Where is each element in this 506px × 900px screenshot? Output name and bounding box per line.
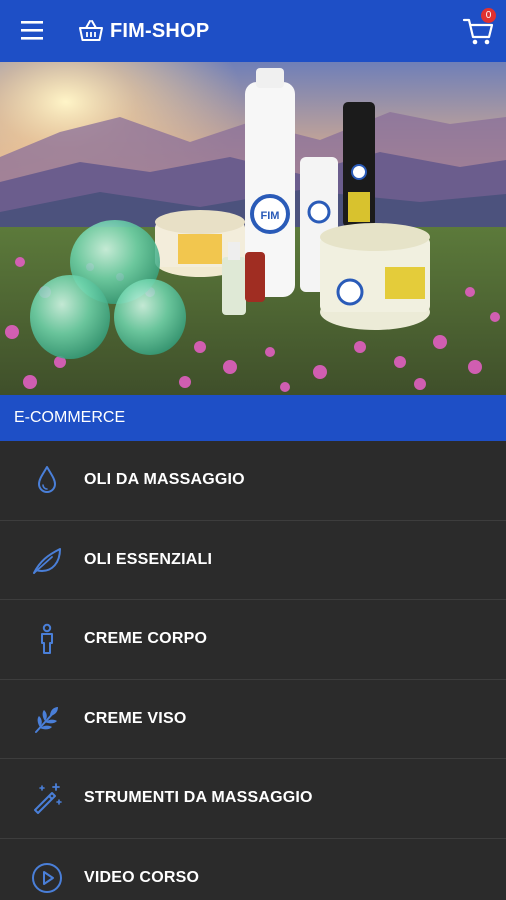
leaf-icon: [28, 541, 66, 579]
section-title: E-COMMERCE: [14, 409, 126, 426]
menu-item-label: OLI DA MASSAGGIO: [84, 471, 245, 489]
hamburger-menu-icon[interactable]: [18, 18, 48, 44]
menu-item-oli-essenziali[interactable]: OLI ESSENZIALI: [0, 520, 506, 600]
app-title: FIM-SHOP: [110, 19, 210, 42]
section-header: E-COMMERCE: [0, 395, 506, 441]
cart-count-badge: 0: [481, 8, 496, 23]
app-bar: FIM-SHOP 0: [0, 0, 506, 62]
menu-item-label: CREME VISO: [84, 709, 187, 727]
plant-sprig-icon: [28, 700, 66, 738]
menu-item-creme-corpo[interactable]: CREME CORPO: [0, 600, 506, 680]
person-icon: [28, 620, 66, 658]
menu-item-video-corso[interactable]: VIDEO CORSO: [0, 838, 506, 900]
menu-item-label: STRUMENTI DA MASSAGGIO: [84, 789, 313, 807]
menu-item-label: CREME CORPO: [84, 630, 208, 648]
menu-item-strumenti-da-massaggio[interactable]: STRUMENTI DA MASSAGGIO: [0, 759, 506, 839]
menu-item-label: OLI ESSENZIALI: [84, 550, 213, 568]
play-circle-icon: [28, 859, 66, 897]
basket-icon: [79, 20, 103, 41]
svg-text:FIM: FIM: [261, 210, 280, 222]
water-drop-icon: [28, 461, 66, 499]
app-brand: FIM-SHOP: [78, 0, 209, 62]
magic-wand-icon: [28, 779, 66, 817]
menu-item-label: VIDEO CORSO: [84, 869, 200, 887]
menu-item-oli-da-massaggio[interactable]: OLI DA MASSAGGIO: [0, 441, 506, 521]
hero-banner-image: FIM: [0, 62, 506, 395]
menu-item-creme-viso[interactable]: CREME VISO: [0, 679, 506, 759]
category-list: OLI DA MASSAGGIO OLI ESSENZIALI CREME CO…: [0, 441, 506, 900]
cart-button[interactable]: 0: [462, 8, 496, 48]
